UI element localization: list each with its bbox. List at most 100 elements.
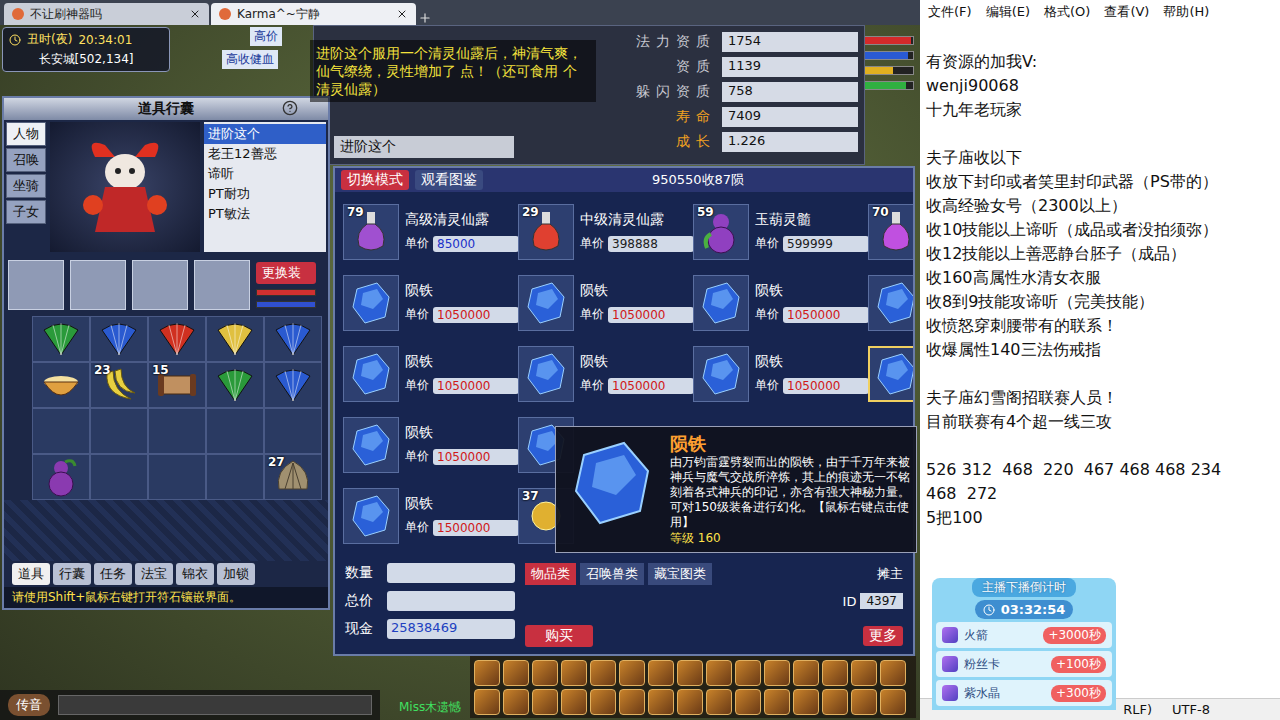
market-item[interactable]: 陨铁单价1050000 [343,267,518,338]
market-item[interactable]: 29中级清灵仙露单价398888 [518,196,693,267]
item-slot[interactable] [148,316,206,362]
item-slot[interactable] [264,408,322,454]
mode-button[interactable]: 切换模式 [341,170,409,190]
side-tab[interactable]: 召唤 [6,148,46,172]
toolbar-icon[interactable] [880,689,906,715]
close-icon[interactable] [396,8,408,20]
close-icon[interactable] [189,8,201,20]
market-item[interactable]: 陨铁单价1050000 [343,338,518,409]
toolbar-icon[interactable] [851,689,877,715]
buy-button[interactable]: 购买 [525,625,593,647]
toolbar-icon[interactable] [619,660,645,686]
catalog-button[interactable]: 观看图鉴 [415,170,483,190]
toolbar-icon[interactable] [764,689,790,715]
category-tab[interactable]: 藏宝图类 [648,563,712,585]
bottom-tab[interactable]: 锦衣 [176,563,214,585]
side-tab[interactable]: 坐骑 [6,174,46,198]
toolbar-icon[interactable] [793,689,819,715]
market-item[interactable]: 陨铁单价1500000 [343,480,518,551]
item-slot[interactable] [32,362,90,408]
toolbar-icon[interactable] [793,660,819,686]
toolbar-icon[interactable] [532,660,558,686]
pet-item[interactable]: 进阶这个 [204,124,326,144]
toolbar-icon[interactable] [619,689,645,715]
toolbar-icon[interactable] [590,689,616,715]
toolbar-icon[interactable] [503,660,529,686]
market-item[interactable]: 陨铁单价1050000 [518,338,693,409]
pet-item[interactable]: 老王12善恶 [204,144,326,164]
toolbar-icon[interactable] [822,689,848,715]
item-slot[interactable]: 15 [148,362,206,408]
item-slot[interactable] [32,454,90,500]
toolbar-icon[interactable] [851,660,877,686]
market-item[interactable]: 陨铁单价1050000 [693,267,868,338]
bottom-tab[interactable]: 法宝 [135,563,173,585]
item-slot[interactable] [90,454,148,500]
help-icon[interactable] [282,100,298,116]
market-item[interactable]: 陨铁单价1050000 [343,409,518,480]
voice-button[interactable]: 传音 [8,694,50,716]
toolbar-icon[interactable] [735,660,761,686]
item-slot[interactable] [32,408,90,454]
bottom-tab[interactable]: 任务 [94,563,132,585]
toolbar-icon[interactable] [764,660,790,686]
toolbar-icon[interactable] [706,660,732,686]
toolbar-icon[interactable] [474,689,500,715]
toolbar-icon[interactable] [648,660,674,686]
pet-item[interactable]: PT敏法 [204,204,326,224]
item-slot[interactable] [90,408,148,454]
item-slot[interactable] [90,316,148,362]
side-tab[interactable]: 人物 [6,122,46,146]
menu-item[interactable]: 帮助(H) [1163,3,1209,21]
item-slot[interactable]: 27 [264,454,322,500]
item-slot[interactable] [206,408,264,454]
market-item[interactable] [868,338,915,409]
toolbar-icon[interactable] [677,660,703,686]
bottom-tab[interactable]: 加锁 [217,563,255,585]
equip-slot[interactable] [194,260,250,310]
item-slot[interactable] [206,362,264,408]
toolbar-icon[interactable] [822,660,848,686]
menu-item[interactable]: 查看(V) [1104,3,1149,21]
side-tab[interactable]: 子女 [6,200,46,224]
toolbar-icon[interactable] [532,689,558,715]
toolbar-icon[interactable] [880,660,906,686]
category-tab[interactable]: 物品类 [525,563,576,585]
category-tab[interactable]: 召唤兽类 [580,563,644,585]
toolbar-icon[interactable] [677,689,703,715]
toolbar-icon[interactable] [648,689,674,715]
item-slot[interactable] [32,316,90,362]
item-slot[interactable] [148,408,206,454]
equip-slot[interactable] [70,260,126,310]
item-slot[interactable]: 23 [90,362,148,408]
menu-item[interactable]: 编辑(E) [986,3,1030,21]
equip-slot[interactable] [132,260,188,310]
change-equip-button[interactable]: 更换装 [256,262,316,284]
toolbar-icon[interactable] [503,689,529,715]
bottom-tab[interactable]: 道具 [12,563,50,585]
equip-slot[interactable] [8,260,64,310]
market-item[interactable]: 79高级清灵仙露单价85000 [343,196,518,267]
toolbar-icon[interactable] [735,689,761,715]
pet-item[interactable]: 谛听 [204,164,326,184]
toolbar-icon[interactable] [706,689,732,715]
toolbar-icon[interactable] [590,660,616,686]
toolbar-icon[interactable] [474,660,500,686]
item-slot[interactable] [148,454,206,500]
market-item[interactable] [868,267,915,338]
more-button[interactable]: 更多 [863,626,903,646]
browser-tab[interactable]: Karma^~宁静 [211,3,416,25]
market-item[interactable]: 59玉葫灵髓单价599999 [693,196,868,267]
market-item[interactable]: 70 [868,196,915,267]
toolbar-icon[interactable] [561,660,587,686]
menu-item[interactable]: 文件(F) [928,3,972,21]
bottom-tab[interactable]: 行囊 [53,563,91,585]
chat-input[interactable] [58,695,372,715]
menu-item[interactable]: 格式(O) [1044,3,1090,21]
item-slot[interactable] [206,454,264,500]
market-item[interactable]: 陨铁单价1050000 [518,267,693,338]
item-slot[interactable] [264,316,322,362]
toolbar-icon[interactable] [561,689,587,715]
item-slot[interactable] [264,362,322,408]
browser-tab[interactable]: 不让刷神器吗 [4,3,209,25]
